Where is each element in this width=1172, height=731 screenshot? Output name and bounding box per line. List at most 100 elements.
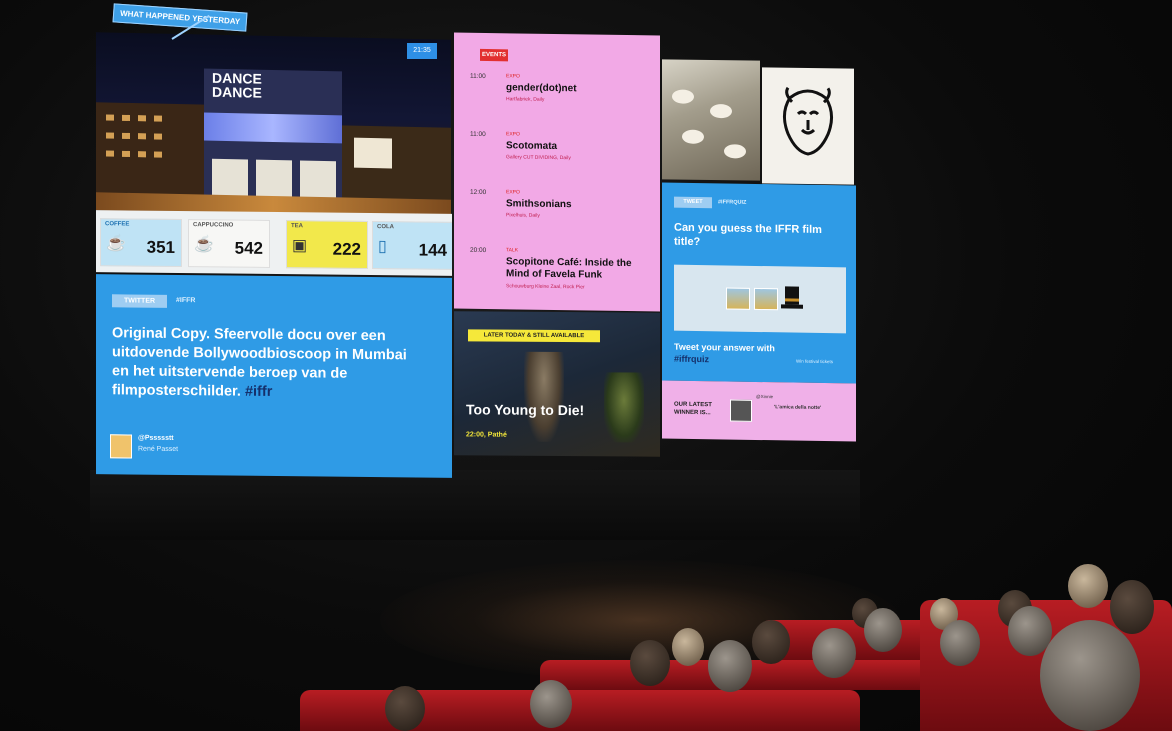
poster-panel [212, 158, 248, 200]
audience-head [1110, 580, 1154, 634]
twitter-chip: TWITTER [112, 294, 167, 308]
event-time: 11:00 [470, 72, 486, 81]
tweet-text: Original Copy. Sfeervolle docu over een … [112, 324, 422, 403]
event-time: 20:00 [470, 246, 487, 255]
seat-row [300, 690, 860, 731]
tweet-handle: @Pssssstt [138, 434, 174, 442]
audience-head [752, 620, 790, 664]
coffee-counter: COFFEE ☕ 351 [100, 218, 182, 268]
drink-label: CAPPUCCINO [193, 222, 234, 229]
yesterday-photo-tile: DANCE DANCE [96, 32, 451, 218]
time-badge: 21:35 [407, 43, 437, 59]
avatar [110, 434, 132, 459]
event-title: gender(dot)net [506, 82, 577, 95]
teabag-icon: ▣ [292, 237, 308, 255]
twitter-tile: TWITTER #IFFR Original Copy. Sfeervolle … [96, 274, 452, 478]
winner-handle: @Xinnie [756, 393, 774, 400]
audience-head [672, 628, 704, 666]
rebus-picture [726, 287, 750, 310]
winner-answer: 'L'amica della notte' [774, 404, 822, 411]
audience-head [385, 686, 425, 731]
cappuccino-counter: CAPPUCCINO ☕ 542 [188, 219, 270, 268]
rebus-picture [754, 287, 778, 311]
drinks-counter-strip: COFFEE ☕ 351 CAPPUCCINO ☕ 542 TEA ▣ 222 … [96, 210, 452, 276]
quiz-question: Can you guess the IFFR film title? [674, 221, 822, 249]
quiz-hashtag: #IFFRQUIZ [718, 199, 747, 206]
tea-counter: TEA ▣ 222 [286, 220, 368, 269]
drink-count: 222 [332, 239, 361, 259]
audience-head [1068, 564, 1108, 608]
plate [672, 89, 694, 104]
cinema-building: DANCE DANCE [204, 68, 342, 216]
lion-logo-icon [783, 86, 833, 156]
glass-icon: ▯ [378, 238, 387, 256]
tweet-author-name: René Passet [138, 445, 179, 453]
iffr-lion-logo-tile [762, 67, 854, 185]
audience-head [630, 640, 670, 686]
audience-head [940, 620, 980, 666]
event-place: Schouwburg Kleine Zaal, Rock Pier [506, 283, 585, 291]
event-category: EXPO [506, 131, 520, 138]
quiz-footnote: Win festival tickets [796, 358, 834, 365]
event-place: Pixelhuis, Daily [506, 212, 540, 219]
winner-label: OUR LATEST WINNER IS... [674, 401, 712, 417]
event-item: 20:00 TALK Scopitone Café: Inside the Mi… [470, 247, 650, 310]
event-time: 12:00 [470, 188, 487, 197]
cup-icon: ☕ [106, 235, 126, 253]
cup-icon: ☕ [194, 236, 214, 254]
event-place: Hartfabriek, Daily [506, 96, 545, 103]
event-category: EXPO [506, 189, 520, 196]
cola-counter: COLA ▯ 144 [372, 221, 452, 270]
film-still-figure [604, 372, 644, 443]
event-title: Scopitone Café: Inside the Mind of Favel… [506, 256, 632, 281]
drink-count: 542 [234, 238, 263, 258]
answer-hashtag: #iffrquiz [674, 353, 709, 365]
tweet-chip: TWEET [674, 196, 712, 209]
plate [710, 103, 732, 119]
event-category: TALK [506, 247, 519, 254]
poster-panel [256, 159, 292, 201]
stage-front [90, 470, 860, 540]
screening-time: 22:00, Pathé [466, 431, 507, 439]
event-title: Scotomata [506, 140, 558, 153]
events-badge: EVENTS [480, 48, 508, 62]
cinema-scene: DANCE DANCE WHAT HAPPENED YESTERDAY 21:3… [0, 0, 1172, 731]
events-tile: EVENTS 11:00 EXPO gender(dot)net Hartfab… [454, 32, 660, 312]
film-still-figure [524, 351, 564, 443]
plate [682, 129, 704, 144]
avatar [730, 399, 752, 422]
dance-sign: DANCE DANCE [212, 69, 262, 101]
plate [724, 144, 746, 159]
trailer-tile: LATER TODAY & STILL AVAILABLE Too Young … [454, 311, 660, 457]
tweet-hashtag: #iffr [244, 383, 273, 400]
building-glow [204, 112, 342, 144]
audience-head [530, 680, 572, 728]
event-title: Smithsonians [506, 198, 572, 211]
answer-text: Tweet your answer with [674, 341, 775, 354]
drink-label: COLA [377, 224, 394, 231]
poster-panel [300, 160, 336, 202]
drink-count: 144 [418, 240, 447, 260]
audience-head [708, 640, 752, 692]
audience-head [1040, 620, 1140, 731]
event-time: 11:00 [470, 130, 486, 139]
film-title: Too Young to Die! [466, 401, 585, 419]
event-item: 11:00 EXPO Scotomata Gallery CUT DIVIDIN… [470, 131, 650, 184]
drink-label: TEA [291, 223, 303, 230]
rebus-image-box [674, 264, 846, 334]
quiz-tile: TWEET #IFFRQUIZ Can you guess the IFFR f… [662, 182, 856, 384]
event-place: Gallery CUT DIVIDING, Daily [506, 154, 571, 162]
drink-label: COFFEE [105, 221, 130, 228]
dinner-photo-tile [662, 59, 760, 181]
audience-head [812, 628, 856, 678]
event-item: 11:00 EXPO gender(dot)net Hartfabriek, D… [470, 73, 650, 126]
quiz-answer-prompt: Tweet your answer with #iffrquiz [674, 341, 794, 367]
latest-winner-tile: OUR LATEST WINNER IS... @Xinnie 'L'amica… [662, 380, 856, 442]
audience-head [864, 608, 902, 652]
later-today-badge: LATER TODAY & STILL AVAILABLE [468, 329, 600, 343]
drink-count: 351 [146, 237, 175, 257]
event-category: EXPO [506, 73, 520, 80]
top-hat-icon [781, 286, 803, 309]
event-item: 12:00 EXPO Smithsonians Pixelhuis, Daily [470, 189, 650, 242]
twitter-hashtag: #IFFR [176, 296, 196, 305]
